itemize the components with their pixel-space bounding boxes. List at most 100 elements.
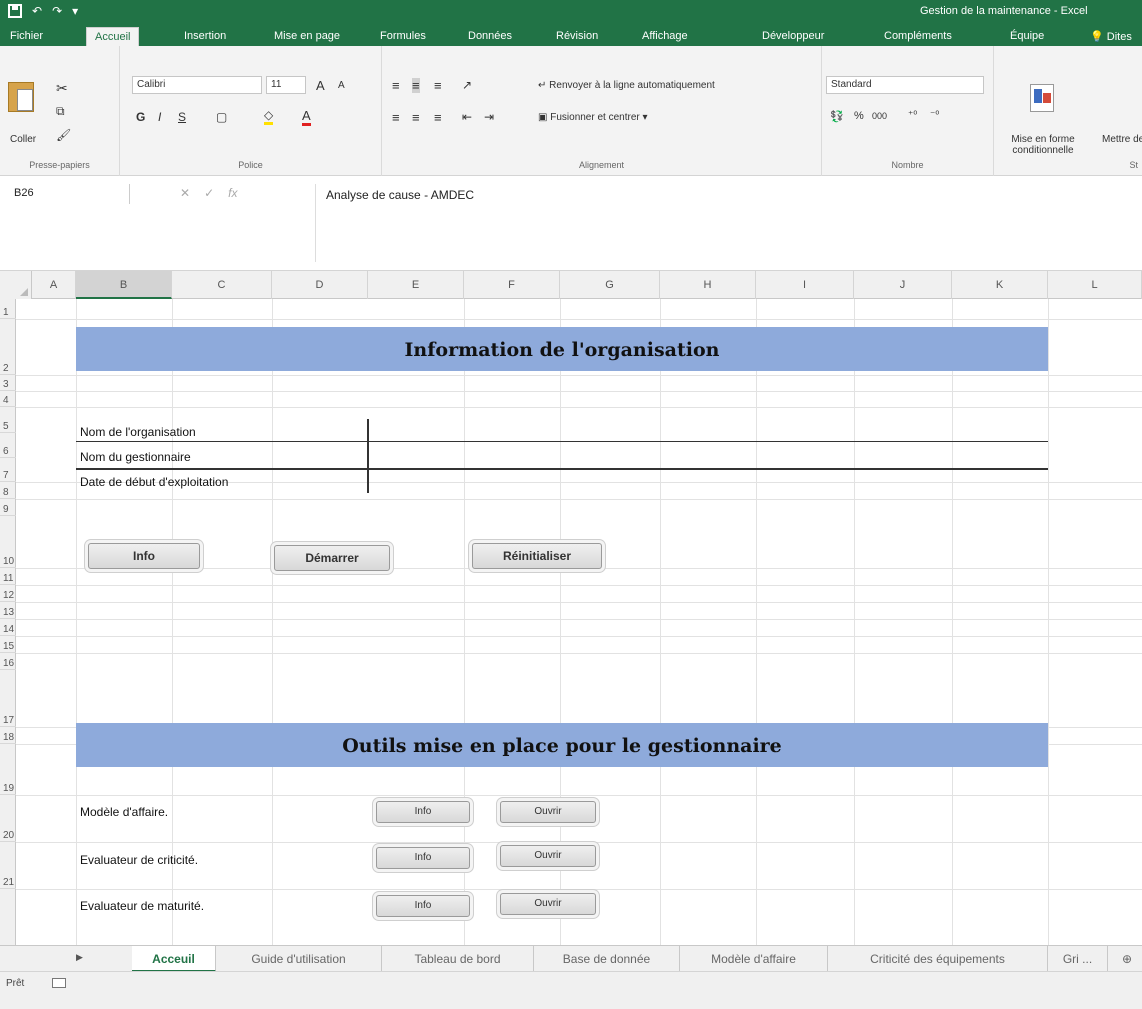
column-header-i[interactable]: I (756, 271, 854, 299)
row-header[interactable]: 14 (0, 619, 16, 636)
conditional-format-button[interactable]: Mise en forme conditionnelle (1000, 134, 1086, 156)
enter-icon[interactable]: ✓ (204, 186, 214, 200)
align-bottom-icon[interactable]: ≡ (434, 78, 442, 93)
row-header[interactable]: 21 (0, 842, 16, 889)
row-header[interactable]: 11 (0, 568, 16, 585)
column-header-f[interactable]: F (464, 271, 560, 299)
wrap-text-button[interactable]: ↵ Renvoyer à la ligne automatiquement (538, 80, 715, 91)
column-header-g[interactable]: G (560, 271, 660, 299)
start-date-input[interactable] (370, 470, 1048, 493)
row-header[interactable]: 17 (0, 670, 16, 727)
percent-button[interactable]: % (854, 110, 864, 122)
row-header[interactable]: 4 (0, 391, 16, 407)
formula-input[interactable]: Analyse de cause - AMDEC (315, 184, 1135, 262)
save-icon[interactable] (8, 4, 22, 18)
row-header[interactable]: 7 (0, 458, 16, 482)
column-header-c[interactable]: C (172, 271, 272, 299)
conditional-format-icon[interactable] (1030, 84, 1054, 112)
paste-button[interactable]: Coller (10, 134, 36, 145)
number-format-select[interactable]: Standard (826, 76, 984, 94)
column-header-h[interactable]: H (660, 271, 756, 299)
tab-mise-en-page[interactable]: Mise en page (266, 27, 348, 46)
sheet-nav-next-icon[interactable]: ▶ (76, 952, 83, 963)
sheet-tab-dashboard[interactable]: Tableau de bord (382, 946, 534, 972)
organisation-name-input[interactable] (370, 419, 1048, 441)
font-color-icon[interactable]: A (302, 108, 311, 126)
tool-open-button-criticality[interactable]: Ouvrir (500, 845, 596, 867)
sheet-tab-business-model[interactable]: Modèle d'affaire (680, 946, 828, 972)
column-header-l[interactable]: L (1048, 271, 1142, 299)
decrease-indent-icon[interactable]: ⇤ (462, 110, 472, 124)
row-header[interactable]: 2 (0, 319, 16, 375)
thousands-button[interactable]: 000 (872, 111, 887, 121)
tab-insertion[interactable]: Insertion (176, 27, 234, 46)
sheet-tab-acceuil[interactable]: Acceuil (132, 946, 216, 972)
tab-affichage[interactable]: Affichage (634, 27, 696, 46)
row-header[interactable]: 10 (0, 516, 16, 568)
align-center-icon[interactable]: ≡ (412, 110, 420, 125)
tab-revision[interactable]: Révision (548, 27, 606, 46)
row-header[interactable]: 9 (0, 499, 16, 516)
column-header-j[interactable]: J (854, 271, 952, 299)
merge-center-button[interactable]: ▣ Fusionner et centrer ▾ (538, 112, 648, 123)
row-header[interactable]: 20 (0, 795, 16, 842)
column-header-k[interactable]: K (952, 271, 1048, 299)
align-top-icon[interactable]: ≡ (392, 78, 400, 93)
customize-qat-icon[interactable]: ▾ (72, 4, 78, 18)
row-header[interactable]: 19 (0, 744, 16, 795)
sheet-tab-more[interactable]: Gri ... (1048, 946, 1108, 972)
column-header-b[interactable]: B (76, 271, 172, 299)
tab-accueil[interactable]: Accueil (86, 27, 140, 46)
tab-dites[interactable]: 💡 Dites (1082, 27, 1140, 46)
macro-record-icon[interactable] (52, 978, 66, 988)
tool-info-button-maturity[interactable]: Info (376, 895, 470, 917)
name-box[interactable]: B26 (10, 184, 130, 204)
reset-button[interactable]: Réinitialiser (472, 543, 602, 569)
format-as-table-button[interactable]: Mettre de (1102, 134, 1142, 145)
tab-developpeur[interactable]: Développeur (754, 27, 832, 46)
add-sheet-icon[interactable]: ⊕ (1112, 946, 1142, 972)
row-header[interactable]: 15 (0, 636, 16, 653)
cut-icon[interactable]: ✂ (56, 80, 68, 97)
tool-open-button-business-model[interactable]: Ouvrir (500, 801, 596, 823)
bold-button[interactable]: G (136, 110, 145, 124)
font-size-select[interactable]: 11 (266, 76, 306, 94)
column-header-e[interactable]: E (368, 271, 464, 299)
sheet-tab-guide[interactable]: Guide d'utilisation (216, 946, 382, 972)
column-header-a[interactable]: A (32, 271, 76, 299)
tab-formules[interactable]: Formules (372, 27, 434, 46)
tool-info-button-criticality[interactable]: Info (376, 847, 470, 869)
decrease-decimal-icon[interactable]: ⁻⁰ (930, 110, 939, 121)
font-name-select[interactable]: Calibri (132, 76, 262, 94)
tool-info-button-business-model[interactable]: Info (376, 801, 470, 823)
tab-donnees[interactable]: Données (460, 27, 520, 46)
format-painter-icon[interactable]: 🖌 (56, 128, 71, 142)
tab-equipe[interactable]: Équipe (1002, 27, 1052, 46)
cancel-icon[interactable]: ✕ (180, 186, 190, 200)
increase-indent-icon[interactable]: ⇥ (484, 110, 494, 124)
row-header[interactable]: 6 (0, 433, 16, 458)
align-right-icon[interactable]: ≡ (434, 110, 442, 125)
align-left-icon[interactable]: ≡ (392, 110, 400, 125)
align-middle-icon[interactable]: ≡ (412, 78, 420, 93)
insert-function-icon[interactable]: fx (228, 186, 237, 200)
paste-icon[interactable] (8, 82, 34, 112)
borders-icon[interactable]: ▢ (216, 110, 227, 124)
grow-font-icon[interactable]: A (316, 78, 325, 93)
spreadsheet-grid[interactable]: A B C D E F G H I J K L 1 2 3 4 5 6 7 8 … (0, 271, 1142, 945)
start-button[interactable]: Démarrer (274, 545, 390, 571)
redo-icon[interactable]: ↷ (52, 4, 62, 18)
orientation-icon[interactable]: ↗ (462, 78, 472, 92)
underline-button[interactable]: S (178, 110, 186, 124)
italic-button[interactable]: I (158, 110, 161, 124)
manager-name-input[interactable] (370, 443, 1048, 468)
info-button[interactable]: Info (88, 543, 200, 569)
sheet-tab-criticality[interactable]: Criticité des équipements (828, 946, 1048, 972)
row-header[interactable]: 12 (0, 585, 16, 602)
undo-icon[interactable]: ↶ (32, 4, 42, 18)
increase-decimal-icon[interactable]: ⁺⁰ (908, 110, 917, 121)
row-header[interactable]: 8 (0, 482, 16, 499)
column-header-d[interactable]: D (272, 271, 368, 299)
currency-icon[interactable]: 💱 (830, 110, 844, 123)
row-header[interactable]: 3 (0, 375, 16, 391)
